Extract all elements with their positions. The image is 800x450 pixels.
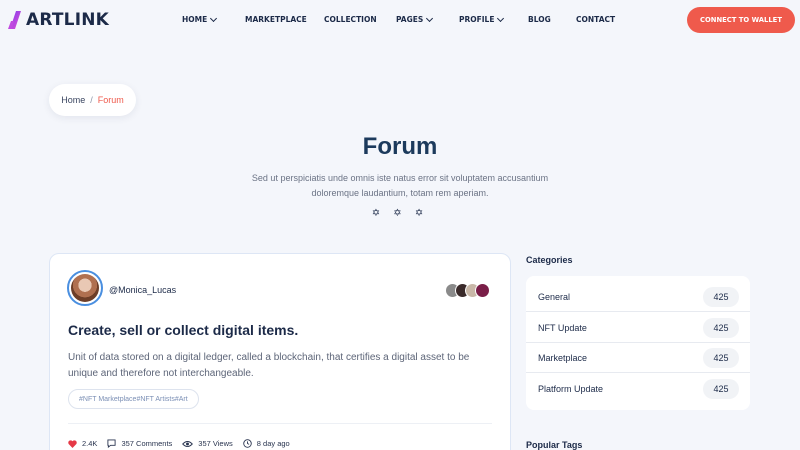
category-item[interactable]: Platform Update 425 bbox=[526, 374, 750, 404]
category-item[interactable]: Marketplace 425 bbox=[526, 343, 750, 373]
nav-blog[interactable]: BLOG bbox=[528, 15, 551, 24]
participant-avatar bbox=[475, 283, 490, 298]
chevron-down-icon bbox=[210, 14, 218, 22]
heart-icon bbox=[68, 439, 77, 448]
nav-pages[interactable]: PAGES bbox=[396, 14, 434, 24]
avatar[interactable] bbox=[67, 270, 103, 306]
nav-pages-label: PAGES bbox=[396, 15, 424, 24]
post-author[interactable]: @Monica_Lucas bbox=[109, 285, 176, 295]
breadcrumb-current: Forum bbox=[97, 95, 124, 105]
category-item[interactable]: NFT Update 425 bbox=[526, 313, 750, 343]
category-count: 425 bbox=[703, 317, 739, 338]
categories-list: General 425 NFT Update 425 Marketplace 4… bbox=[526, 276, 750, 410]
categories-heading: Categories bbox=[526, 255, 573, 265]
likes-stat[interactable]: 2.4K bbox=[68, 439, 97, 448]
post-stats: 2.4K 357 Comments 357 Views 8 day ago bbox=[68, 439, 290, 448]
chevron-down-icon bbox=[426, 14, 434, 22]
category-count: 425 bbox=[703, 379, 739, 399]
comment-icon bbox=[107, 439, 116, 448]
post-body: Unit of data stored on a digital ledger,… bbox=[68, 352, 470, 379]
views-count: 357 Views bbox=[198, 439, 233, 448]
popular-tags-heading: Popular Tags bbox=[526, 440, 583, 450]
connect-wallet-button[interactable]: CONNECT TO WALLET bbox=[687, 7, 795, 33]
comments-stat[interactable]: 357 Comments bbox=[107, 439, 172, 448]
avatar-image bbox=[71, 274, 99, 302]
nav-contact-label: CONTACT bbox=[576, 15, 616, 24]
time-stat: 8 day ago bbox=[243, 439, 290, 448]
nav-marketplace-label: MARKETPLACE bbox=[245, 15, 307, 24]
category-name: General bbox=[538, 291, 571, 302]
category-name: Marketplace bbox=[538, 352, 588, 363]
breadcrumb: Home / Forum bbox=[49, 84, 136, 116]
category-name: NFT Update bbox=[538, 322, 587, 333]
main-nav: HOME MARKETPLACE COLLECTION PAGES PROFIL… bbox=[0, 14, 800, 27]
nav-home[interactable]: HOME bbox=[182, 14, 218, 24]
nav-contact[interactable]: CONTACT bbox=[576, 15, 615, 24]
chevron-down-icon bbox=[497, 14, 505, 22]
participant-avatars[interactable] bbox=[445, 283, 490, 298]
nav-blog-label: BLOG bbox=[528, 15, 551, 24]
nav-profile[interactable]: PROFILE bbox=[459, 14, 505, 24]
nav-collection-label: COLLECTION bbox=[324, 15, 377, 24]
page-title: Forum bbox=[362, 133, 438, 160]
comments-count: 357 Comments bbox=[121, 439, 173, 448]
post-tags[interactable]: #NFT Marketplace#NFT Artists#Art bbox=[68, 389, 199, 409]
category-count: 425 bbox=[703, 286, 739, 307]
category-count: 425 bbox=[703, 347, 739, 368]
nav-home-label: HOME bbox=[182, 15, 208, 24]
views-stat: 357 Views bbox=[182, 439, 233, 448]
star-icon: ✡ ✡ ✡ bbox=[371, 208, 429, 219]
category-item[interactable]: General 425 bbox=[526, 282, 750, 312]
eye-icon bbox=[182, 440, 194, 447]
nav-marketplace[interactable]: MARKETPLACE bbox=[245, 15, 307, 24]
post-title[interactable]: Create, sell or collect digital items. bbox=[68, 322, 298, 338]
divider bbox=[68, 423, 492, 424]
category-name: Platform Update bbox=[538, 384, 604, 394]
site-header: ARTLINK HOME MARKETPLACE COLLECTION PAGE… bbox=[0, 0, 800, 40]
nav-profile-label: PROFILE bbox=[459, 15, 495, 24]
likes-count: 2.4K bbox=[82, 439, 98, 448]
breadcrumb-home-link[interactable]: Home bbox=[61, 95, 85, 105]
forum-post-card: @Monica_Lucas Create, sell or collect di… bbox=[49, 253, 511, 450]
clock-icon bbox=[243, 439, 252, 448]
page-subtitle: Sed ut perspiciatis unde omnis iste natu… bbox=[251, 173, 549, 198]
nav-collection[interactable]: COLLECTION bbox=[324, 15, 377, 24]
breadcrumb-separator: / bbox=[90, 95, 93, 105]
post-time: 8 day ago bbox=[256, 439, 290, 448]
